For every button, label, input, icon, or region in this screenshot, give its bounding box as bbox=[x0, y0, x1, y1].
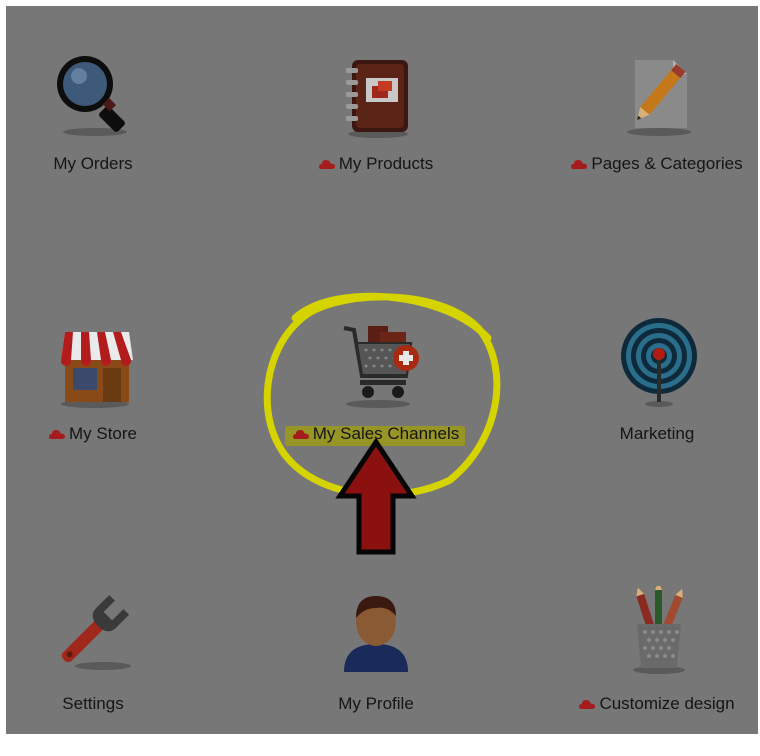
tile-label: My Products bbox=[338, 154, 434, 173]
tile-customize-design[interactable]: Customize design bbox=[557, 586, 757, 756]
tile-my-profile[interactable]: My Profile bbox=[276, 586, 476, 756]
tile-marketing[interactable]: Marketing bbox=[557, 316, 757, 486]
antenna-icon bbox=[607, 316, 707, 416]
tile-label: My Orders bbox=[53, 154, 133, 173]
cloud-icon bbox=[318, 159, 335, 169]
magnifier-icon bbox=[43, 46, 143, 146]
cart-add-icon bbox=[326, 316, 426, 416]
tile-my-sales-channels[interactable]: My Sales Channels bbox=[276, 316, 476, 486]
cloud-icon bbox=[48, 429, 65, 439]
tile-label: Customize design bbox=[599, 694, 735, 713]
person-icon bbox=[326, 586, 426, 686]
dashboard-panel: My Orders My Products Pages & Categories… bbox=[6, 6, 758, 734]
cloud-icon bbox=[292, 429, 309, 439]
tile-label: Pages & Categories bbox=[591, 154, 743, 173]
wrench-icon bbox=[43, 586, 143, 686]
tile-label: My Profile bbox=[338, 694, 414, 713]
tile-settings[interactable]: Settings bbox=[0, 586, 193, 756]
page-pencil-icon bbox=[607, 46, 707, 146]
highlighted-label: My Sales Channels bbox=[284, 424, 466, 446]
tile-my-store[interactable]: My Store bbox=[0, 316, 193, 486]
tile-label: Marketing bbox=[619, 424, 695, 443]
tile-pages-categories[interactable]: Pages & Categories bbox=[557, 46, 757, 216]
tile-my-orders[interactable]: My Orders bbox=[0, 46, 193, 216]
storefront-icon bbox=[43, 316, 143, 416]
notebook-icon bbox=[326, 46, 426, 146]
tile-label: Settings bbox=[62, 694, 124, 713]
pencil-cup-icon bbox=[607, 586, 707, 686]
tile-my-products[interactable]: My Products bbox=[276, 46, 476, 216]
cloud-icon bbox=[571, 159, 588, 169]
cloud-icon bbox=[579, 699, 596, 709]
tile-label: My Sales Channels bbox=[312, 424, 460, 443]
tile-label: My Store bbox=[68, 424, 138, 443]
